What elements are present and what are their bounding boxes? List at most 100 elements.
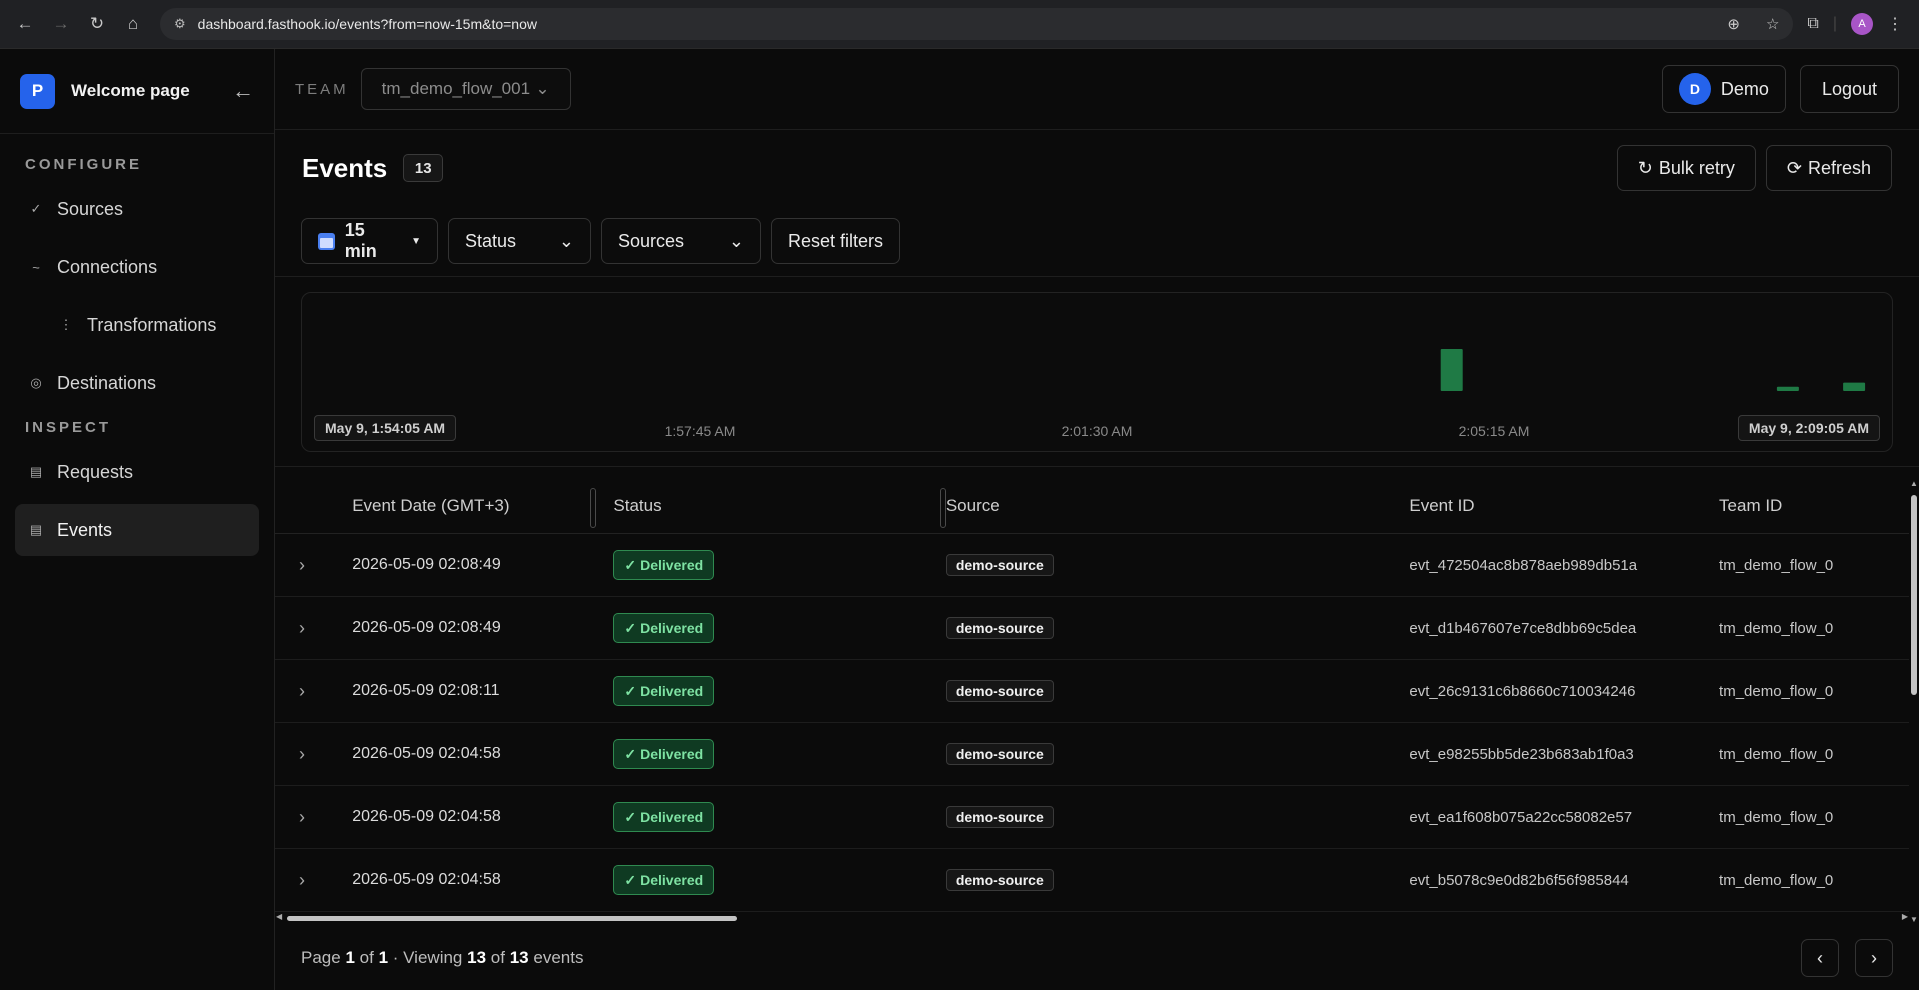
expand-chevron-icon[interactable]: › <box>275 870 352 891</box>
back-arrow-icon[interactable]: ← <box>10 9 40 39</box>
address-bar[interactable]: ⚙ dashboard.fasthook.io/events?from=now-… <box>160 8 1794 40</box>
home-icon[interactable]: ⌂ <box>118 9 148 39</box>
url-text[interactable]: dashboard.fasthook.io/events?from=now-15… <box>198 16 1702 32</box>
user-menu-button[interactable]: D Demo <box>1661 65 1786 113</box>
brand-name[interactable]: Welcome page <box>71 81 216 101</box>
scroll-up-icon[interactable]: ▲ <box>1910 479 1918 488</box>
row-date: 2026-05-09 02:04:58 <box>352 745 501 762</box>
source-chip: demo-source <box>945 680 1054 702</box>
team-select[interactable]: tm_demo_flow_001 ⌄ <box>360 68 571 110</box>
status-badge: ✓ Delivered <box>613 802 715 832</box>
total-pages: 1 <box>378 948 389 967</box>
table-row[interactable]: › 2026-05-09 02:04:58 ✓ Delivered demo-so… <box>275 849 1909 912</box>
logout-button[interactable]: Logout <box>1799 65 1899 113</box>
column-resize-handle[interactable] <box>940 488 946 528</box>
check-icon: ✓ <box>624 682 637 699</box>
bulk-retry-label: Bulk retry <box>1658 157 1735 178</box>
refresh-button[interactable]: ⟳ Refresh <box>1765 145 1892 191</box>
browser-menu-icon[interactable]: ⋮ <box>1887 14 1903 34</box>
sidebar-item-label: Transformations <box>87 314 217 335</box>
table-row[interactable]: › 2026-05-09 02:08:49 ✓ Delivered demo-so… <box>275 534 1909 597</box>
sidebar-item-sources[interactable]: ✓ Sources <box>15 183 259 235</box>
sidebar-item-destinations[interactable]: ◎ Destinations <box>15 357 259 409</box>
vertical-scroll-thumb[interactable] <box>1911 495 1917 695</box>
retry-icon: ↻ <box>1637 157 1653 178</box>
row-date: 2026-05-09 02:04:58 <box>352 808 501 825</box>
filters-bar: 15 min ▼ Status ⌄ Sources ⌄ Reset filter… <box>275 206 1919 277</box>
expand-chevron-icon[interactable]: › <box>275 681 352 702</box>
bookmark-star-icon[interactable]: ☆ <box>1766 15 1779 33</box>
sidebar-item-transformations[interactable]: ⋮ Transformations <box>15 299 259 351</box>
extensions-icon[interactable]: ⧉ <box>1807 15 1818 33</box>
team-label: TEAM <box>295 80 349 98</box>
forward-arrow-icon[interactable]: → <box>46 9 76 39</box>
team-select-value: tm_demo_flow_001 <box>381 79 531 98</box>
row-event-id: evt_d1b467607e7ce8dbb69c5dea <box>1409 619 1637 637</box>
tilde-icon: ~ <box>32 259 40 275</box>
row-date: 2026-05-09 02:08:11 <box>352 682 500 699</box>
check-icon: ✓ <box>30 201 42 216</box>
histogram-bar[interactable] <box>1843 382 1866 391</box>
row-event-id: evt_26c9131c6b8660c710034246 <box>1409 682 1636 700</box>
profile-avatar[interactable]: A <box>1851 13 1873 35</box>
check-icon: ✓ <box>624 619 637 636</box>
status-badge: ✓ Delivered <box>613 739 715 769</box>
column-header-status[interactable]: Status <box>613 496 945 516</box>
expand-chevron-icon[interactable]: › <box>275 618 352 639</box>
table-row[interactable]: › 2026-05-09 02:08:11 ✓ Delivered demo-so… <box>275 660 1909 723</box>
status-filter-label: Status <box>465 230 517 251</box>
reset-filters-button[interactable]: Reset filters <box>771 218 901 264</box>
status-text: Delivered <box>640 746 704 762</box>
column-resize-handle[interactable] <box>590 488 596 528</box>
histogram-bar[interactable] <box>1776 386 1799 391</box>
sources-filter-label: Sources <box>618 230 685 251</box>
collapse-arrow-icon[interactable]: ← <box>232 78 254 104</box>
events-table: Event Date (GMT+3) Status Source Event I… <box>275 479 1909 914</box>
source-chip: demo-source <box>945 617 1054 639</box>
reload-icon[interactable]: ↻ <box>82 9 112 39</box>
sources-filter-select[interactable]: Sources ⌄ <box>601 218 761 264</box>
horizontal-scrollbar[interactable]: ◀ ▶ <box>275 912 1909 923</box>
scroll-left-icon[interactable]: ◀ <box>276 912 282 921</box>
app-shell: P Welcome page ← CONFIGURE ✓ Sources ~ C… <box>0 49 1919 990</box>
table-row[interactable]: › 2026-05-09 02:08:49 ✓ Delivered demo-so… <box>275 597 1909 660</box>
vertical-scrollbar[interactable]: ▲ ▼ <box>1909 479 1919 924</box>
next-page-button[interactable]: › <box>1855 939 1893 977</box>
source-chip: demo-source <box>945 554 1054 576</box>
histogram-bar[interactable] <box>1440 349 1463 391</box>
brand-logo[interactable]: P <box>20 73 55 109</box>
sidebar-item-connections[interactable]: ~ Connections <box>15 241 259 293</box>
previous-page-button[interactable]: ‹ <box>1801 939 1839 977</box>
time-range-button[interactable]: 15 min ▼ <box>301 218 438 264</box>
table-row[interactable]: › 2026-05-09 02:04:58 ✓ Delivered demo-so… <box>275 723 1909 786</box>
column-header-event-id[interactable]: Event ID <box>1409 496 1719 516</box>
status-badge: ✓ Delivered <box>613 865 715 895</box>
site-settings-icon[interactable]: ⚙ <box>174 16 186 32</box>
refresh-icon: ⟳ <box>1786 157 1802 178</box>
sidebar-item-events[interactable]: ▤ Events <box>15 504 259 556</box>
expand-chevron-icon[interactable]: › <box>275 555 352 576</box>
pager-text: Page <box>301 948 341 967</box>
status-filter-select[interactable]: Status ⌄ <box>448 218 591 264</box>
row-team-id: tm_demo_flow_0 <box>1719 745 1834 763</box>
sidebar-item-label: Requests <box>57 461 134 482</box>
column-header-team-id[interactable]: Team ID <box>1719 496 1909 516</box>
pagination-summary: Page 1 of 1 · Viewing 13 of 13 events <box>301 948 583 968</box>
sidebar-item-requests[interactable]: ▤ Requests <box>15 446 259 498</box>
page-title: Events <box>302 152 388 183</box>
events-histogram[interactable]: May 9, 1:54:05 AM 1:57:45 AM 2:01:30 AM … <box>301 292 1893 452</box>
zoom-icon[interactable]: ⊕ <box>1727 15 1740 33</box>
scroll-right-icon[interactable]: ▶ <box>1902 912 1908 921</box>
pager-text: events <box>533 948 584 967</box>
brand-header: P Welcome page ← <box>0 49 274 134</box>
scroll-down-icon[interactable]: ▼ <box>1910 915 1918 924</box>
column-header-source[interactable]: Source <box>946 496 1410 516</box>
bulk-retry-button[interactable]: ↻ Bulk retry <box>1616 145 1756 191</box>
expand-chevron-icon[interactable]: › <box>275 807 352 828</box>
column-header-date[interactable]: Event Date (GMT+3) <box>352 496 613 516</box>
histogram-section: May 9, 1:54:05 AM 1:57:45 AM 2:01:30 AM … <box>275 277 1919 467</box>
table-row[interactable]: › 2026-05-09 02:04:58 ✓ Delivered demo-so… <box>275 786 1909 849</box>
expand-chevron-icon[interactable]: › <box>275 744 352 765</box>
horizontal-scroll-thumb[interactable] <box>287 916 737 921</box>
row-event-id: evt_b5078c9e0d82b6f56f985844 <box>1409 871 1629 889</box>
